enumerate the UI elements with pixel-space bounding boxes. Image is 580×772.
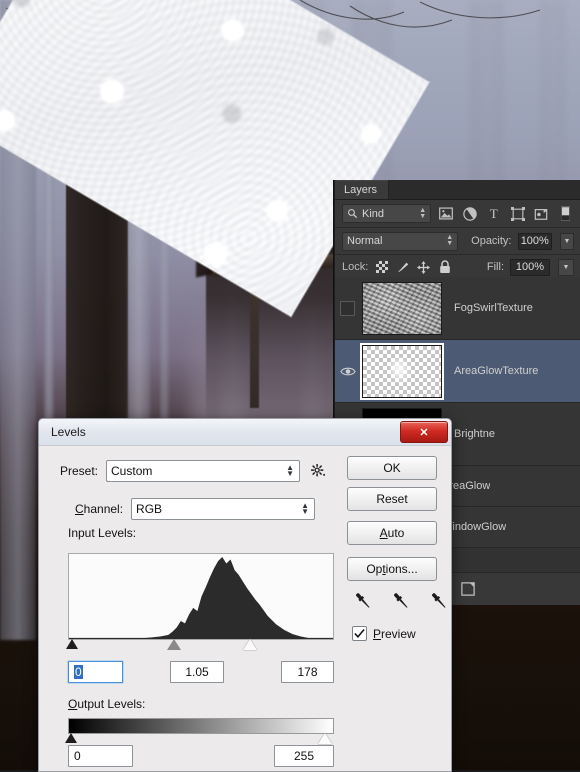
- input-levels-slider[interactable]: [66, 639, 332, 653]
- input-gamma-marker[interactable]: [167, 639, 181, 650]
- preset-select[interactable]: Custom ▲ ▼: [106, 460, 301, 482]
- input-black-value: 0: [74, 665, 83, 679]
- preview-checkbox[interactable]: [352, 626, 367, 641]
- pixel-layer-filter-icon[interactable]: [437, 205, 455, 222]
- output-black-point-marker[interactable]: [65, 733, 77, 743]
- blend-mode-select[interactable]: Normal ▲ ▼: [342, 231, 459, 251]
- opacity-stepper-button[interactable]: ▼: [560, 232, 575, 250]
- layer-visibility-toggle[interactable]: [335, 300, 360, 316]
- preview-label-rest: review: [381, 626, 416, 641]
- chevron-updown-icon: ▲ ▼: [286, 463, 295, 478]
- blend-mode-value: Normal: [347, 235, 383, 247]
- chevron-updown-icon: ▲ ▼: [301, 501, 310, 516]
- preset-row: Preset: Custom ▲ ▼: [60, 460, 327, 482]
- fill-value-field[interactable]: 100%: [510, 258, 550, 276]
- layer-visibility-toggle[interactable]: [335, 366, 360, 377]
- input-gamma-field[interactable]: 1.05: [170, 661, 224, 683]
- output-white-field[interactable]: 255: [274, 745, 334, 767]
- eye-icon: [339, 367, 356, 375]
- input-black-point-marker[interactable]: [66, 639, 78, 649]
- lock-all-icon[interactable]: [437, 260, 452, 275]
- eye-off-icon: [340, 300, 355, 316]
- output-black-field[interactable]: 0: [68, 745, 133, 767]
- smart-object-filter-icon[interactable]: [532, 205, 550, 222]
- layer-kind-filter-value: Kind: [362, 207, 385, 220]
- table-row[interactable]: AreaGlowTexture: [335, 340, 580, 403]
- chevron-updown-icon: ▲ ▼: [446, 234, 454, 247]
- search-icon: [348, 209, 358, 219]
- adjustment-layer-filter-icon[interactable]: [461, 205, 479, 222]
- channel-select[interactable]: RGB ▲ ▼: [131, 498, 316, 520]
- preview-label: Preview: [373, 626, 416, 641]
- channel-label: Channel:: [75, 502, 124, 516]
- new-layer-button[interactable]: [460, 581, 476, 597]
- filter-enable-toggle-icon[interactable]: [556, 205, 574, 222]
- table-row[interactable]: FogSwirlTexture: [335, 277, 580, 340]
- fill-label: Fill:: [486, 261, 504, 273]
- lock-transparent-pixels-icon[interactable]: [374, 260, 389, 275]
- set-black-point-eyedropper[interactable]: [352, 590, 374, 612]
- tab-layers[interactable]: Layers: [335, 180, 390, 199]
- layer-name[interactable]: FogSwirlTexture: [454, 302, 533, 314]
- lock-label: Lock:: [342, 261, 369, 273]
- ok-button[interactable]: OK: [347, 456, 437, 480]
- channel-value: RGB: [136, 502, 163, 516]
- output-levels-label-rest: utput Levels:: [77, 697, 146, 711]
- opacity-value-field[interactable]: 100%: [517, 232, 553, 250]
- layer-thumbnail[interactable]: [362, 281, 442, 335]
- close-icon[interactable]: ✕: [400, 421, 448, 443]
- output-white-point-marker[interactable]: [318, 733, 332, 744]
- dialog-title-bar[interactable]: Levels ✕: [39, 419, 451, 446]
- channel-row: Channel: RGB ▲ ▼: [75, 498, 316, 520]
- preset-value: Custom: [111, 464, 153, 478]
- reset-button[interactable]: Reset: [347, 487, 437, 511]
- output-levels-ramp: [68, 718, 334, 734]
- input-white-point-marker[interactable]: [243, 639, 257, 650]
- lock-image-pixels-icon[interactable]: [395, 260, 410, 275]
- layer-name[interactable]: Brightne: [454, 428, 495, 440]
- channel-label-rest: hannel:: [83, 502, 124, 516]
- page-title: Levels: [51, 425, 86, 439]
- output-levels-label: Output Levels:: [68, 697, 146, 711]
- set-white-point-eyedropper[interactable]: [428, 590, 450, 612]
- eyedropper-group: [352, 590, 450, 612]
- input-levels-label: Input Levels:: [68, 526, 137, 540]
- layer-kind-filter-select[interactable]: Kind ▲ ▼: [342, 204, 432, 223]
- check-icon: [354, 628, 365, 638]
- panel-tab-bar: Layers: [335, 180, 580, 200]
- gear-icon[interactable]: [309, 462, 327, 480]
- preview-row[interactable]: Preview: [352, 626, 416, 641]
- output-levels-slider[interactable]: [65, 733, 334, 745]
- layer-thumbnail[interactable]: [362, 344, 442, 398]
- opacity-label: Opacity:: [471, 235, 512, 247]
- layer-filter-row: Kind ▲ ▼ T: [335, 200, 580, 228]
- input-white-field[interactable]: 178: [281, 661, 334, 683]
- layer-name[interactable]: AreaGlowTexture: [454, 365, 538, 377]
- input-black-field[interactable]: 0: [68, 661, 123, 683]
- type-layer-filter-icon[interactable]: T: [485, 205, 503, 222]
- auto-button[interactable]: Auto: [347, 521, 437, 545]
- shape-layer-filter-icon[interactable]: [509, 205, 527, 222]
- chevron-updown-icon: ▲ ▼: [419, 206, 427, 220]
- lock-position-icon[interactable]: [416, 260, 431, 275]
- preset-label: Preset:: [60, 464, 99, 478]
- histogram-plot: [69, 554, 333, 639]
- set-gray-point-eyedropper[interactable]: [390, 590, 412, 612]
- levels-histogram[interactable]: [68, 553, 334, 640]
- options-button[interactable]: Op t ions...: [347, 557, 437, 581]
- fill-stepper-button[interactable]: ▼: [558, 258, 574, 276]
- blend-mode-row: Normal ▲ ▼ Opacity: 100% ▼: [335, 228, 580, 255]
